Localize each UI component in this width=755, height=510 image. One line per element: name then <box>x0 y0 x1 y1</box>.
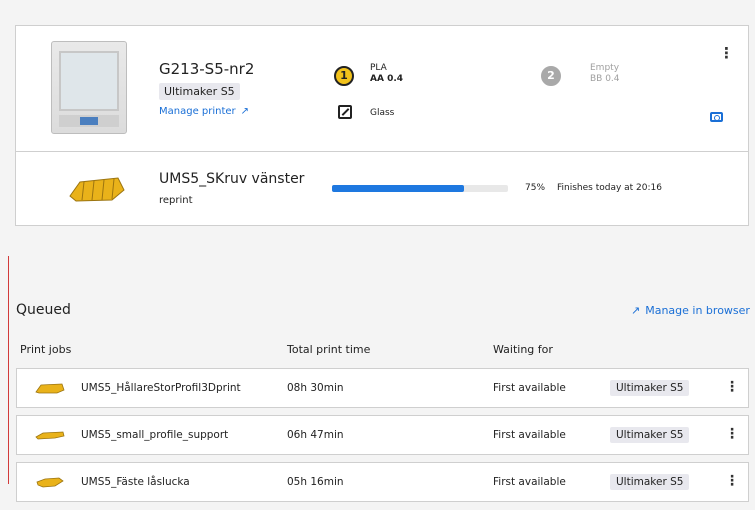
queue-job-waiting: First available <box>493 476 566 488</box>
extruder-1-material: PLA <box>370 63 387 73</box>
queue-job-name: UMS5_small_profile_support <box>81 429 229 441</box>
extruder-2-icon: 2 <box>541 66 561 86</box>
progress-bar-fill <box>332 185 464 192</box>
active-job-section: UMS5_SKruv vänster reprint 75% Finishes … <box>16 152 748 226</box>
printer-info-section: G213-S5-nr2 Ultimaker S5 Manage printer ↗… <box>16 26 748 152</box>
queue-job-printer-type: Ultimaker S5 <box>610 380 690 396</box>
queue-job-waiting: First available <box>493 382 566 394</box>
queue-job-name: UMS5_HållareStorProfil3Dprint <box>81 382 241 394</box>
buildplate-icon <box>338 105 352 119</box>
camera-icon[interactable] <box>710 112 723 122</box>
manage-in-browser-link[interactable]: ↗ Manage in browser <box>631 304 750 317</box>
column-header-total-time: Total print time <box>287 343 371 356</box>
queue-row: UMS5_small_profile_support 06h 47min Fir… <box>16 415 749 455</box>
extruder-2-info: Empty BB 0.4 <box>590 63 620 85</box>
manage-printer-link[interactable]: Manage printer ↗ <box>159 106 249 117</box>
queue-job-time: 06h 47min <box>287 429 344 441</box>
column-header-waiting-for: Waiting for <box>493 343 553 356</box>
queue-job-printer-type: Ultimaker S5 <box>610 474 690 490</box>
extruder-2-material: Empty <box>590 63 620 73</box>
buildplate-label: Glass <box>370 108 395 118</box>
queue-job-time: 08h 30min <box>287 382 344 394</box>
finish-time: Finishes today at 20:16 <box>557 183 662 193</box>
queue-row-menu-icon[interactable]: ⋮ <box>725 473 739 489</box>
queue-job-printer-type: Ultimaker S5 <box>610 427 690 443</box>
column-header-print-jobs: Print jobs <box>20 343 72 356</box>
extruder-1-icon: 1 <box>334 66 354 86</box>
queue-row: UMS5_Fäste låslucka 05h 16min First avai… <box>16 462 749 502</box>
printer-image <box>51 41 127 134</box>
printer-name: G213-S5-nr2 <box>159 60 255 78</box>
job-thumbnail <box>36 477 64 488</box>
job-thumbnail <box>35 383 65 394</box>
extruder-1-core: AA 0.4 <box>370 74 404 84</box>
queue-title: Queued <box>16 302 71 318</box>
queue-row-menu-icon[interactable]: ⋮ <box>725 426 739 442</box>
left-edge-marker <box>8 256 9 484</box>
printer-type-badge: Ultimaker S5 <box>159 83 240 100</box>
printer-card: G213-S5-nr2 Ultimaker S5 Manage printer ↗… <box>15 25 749 226</box>
extruder-1-info: PLA AA 0.4 <box>370 63 403 85</box>
external-link-icon: ↗ <box>240 106 250 117</box>
queue-job-waiting: First available <box>493 429 566 441</box>
queue-row-menu-icon[interactable]: ⋮ <box>725 379 739 395</box>
manage-printer-label: Manage printer <box>159 106 236 117</box>
external-link-icon: ↗ <box>631 304 641 317</box>
extruder-2-core: BB 0.4 <box>590 74 620 84</box>
manage-in-browser-label: Manage in browser <box>645 304 750 317</box>
printer-menu-icon[interactable]: ⋮ <box>719 44 734 62</box>
job-thumbnail <box>69 177 125 202</box>
progress-bar <box>332 185 508 192</box>
active-job-subtitle: reprint <box>159 195 193 206</box>
progress-percent: 75% <box>525 183 546 193</box>
queue-job-time: 05h 16min <box>287 476 344 488</box>
queue-job-name: UMS5_Fäste låslucka <box>81 476 190 488</box>
active-job-name: UMS5_SKruv vänster <box>159 171 305 187</box>
job-thumbnail <box>35 431 65 440</box>
queue-row: UMS5_HållareStorProfil3Dprint 08h 30min … <box>16 368 749 408</box>
